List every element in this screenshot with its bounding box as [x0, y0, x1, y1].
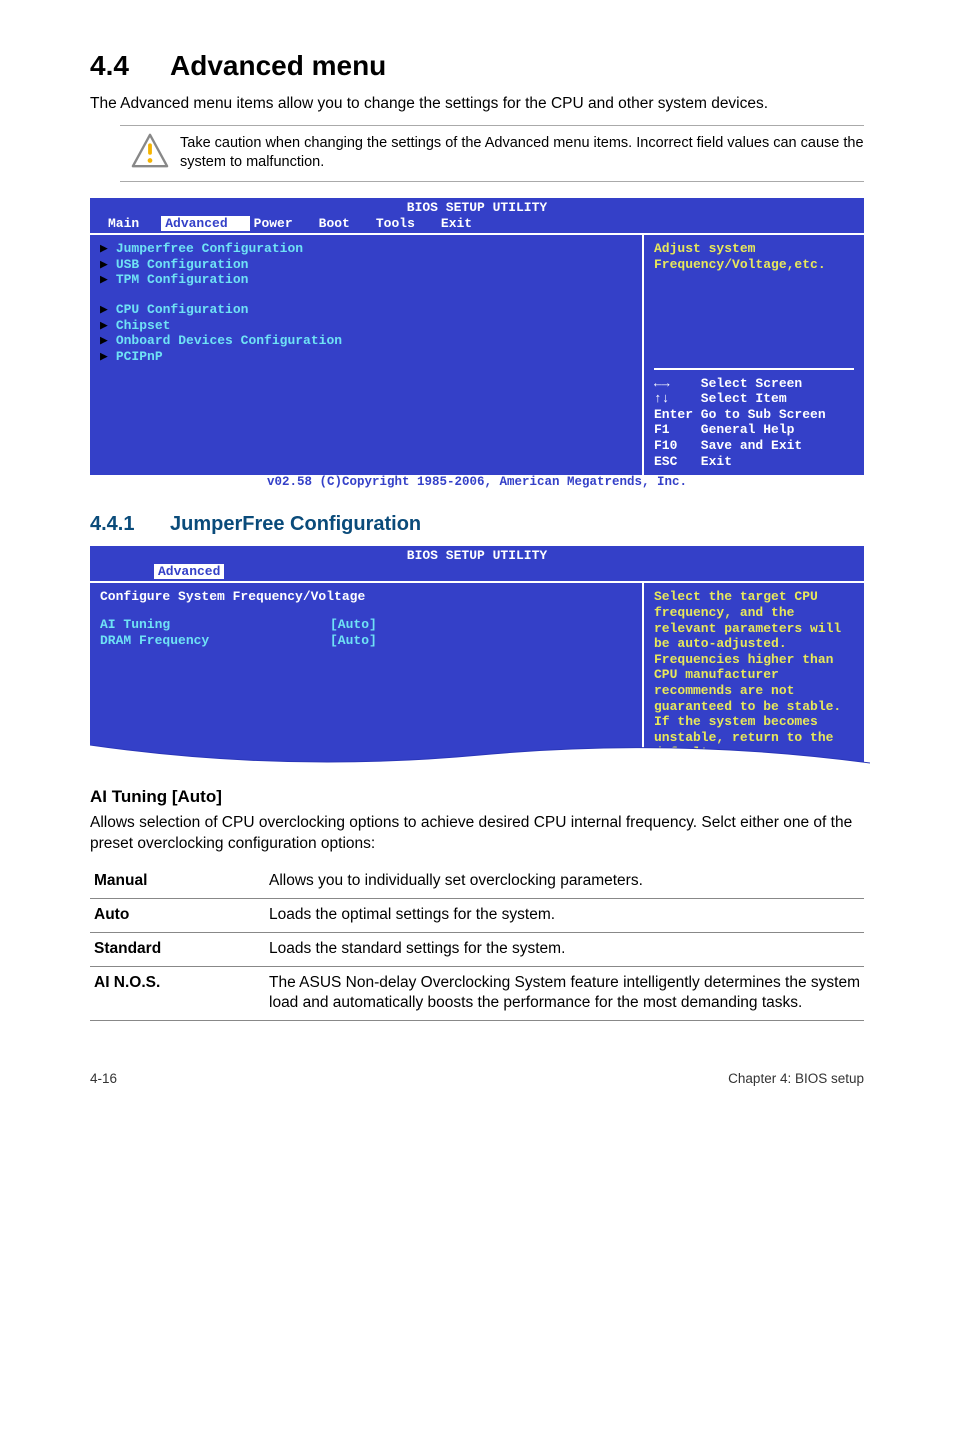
bios-item: Onboard Devices Configuration [116, 333, 342, 348]
page-footer: 4-16 Chapter 4: BIOS setup [90, 1071, 864, 1086]
bios-item: Jumperfree Configuration [116, 241, 303, 256]
bios-right-pane: Adjust system Frequency/Voltage,etc. ←→ … [644, 235, 864, 475]
bios2-label: DRAM Frequency [100, 633, 330, 649]
setting-title: AI Tuning [Auto] [90, 787, 864, 807]
bios-key-legend: ←→ Select Screen ↑↓ Select Item Enter Go… [654, 368, 854, 470]
bios-item: USB Configuration [116, 257, 249, 272]
bios2-value: [Auto] [330, 633, 377, 649]
bios-screen-jumperfree: BIOS SETUP UTILITY Advanced Configure Sy… [90, 546, 864, 767]
chapter-label: Chapter 4: BIOS setup [728, 1071, 864, 1086]
table-row: Standard Loads the standard settings for… [90, 932, 864, 966]
menu-power: Power [250, 216, 315, 232]
bios2-title: BIOS SETUP UTILITY [90, 546, 864, 564]
bios2-value: [Auto] [330, 617, 377, 633]
page-number: 4-16 [90, 1071, 117, 1086]
section-number: 4.4 [90, 50, 170, 82]
option-label: AI N.O.S. [90, 966, 265, 1021]
bios-left-pane: ▶Jumperfree Configuration ▶USB Configura… [90, 235, 644, 475]
page-title: 4.4Advanced menu [90, 50, 864, 82]
bios2-row: DRAM Frequency [Auto] [100, 633, 632, 649]
option-label: Auto [90, 898, 265, 932]
option-label: Standard [90, 932, 265, 966]
bios-footer: v02.58 (C)Copyright 1985-2006, American … [90, 475, 864, 491]
bios-menubar: Main Advanced Power Boot Tools Exit [90, 216, 864, 234]
menu-main: Main [104, 216, 161, 232]
option-desc: Loads the standard settings for the syst… [265, 932, 864, 966]
options-table: Manual Allows you to individually set ov… [90, 865, 864, 1022]
bios-item: TPM Configuration [116, 272, 249, 287]
bios-item: Chipset [116, 318, 171, 333]
bios-item: CPU Configuration [116, 302, 249, 317]
key-line: ←→ Select Screen [654, 376, 854, 392]
subsection-title: 4.4.1JumperFree Configuration [90, 513, 864, 536]
chevron-right-icon: ▶ [100, 349, 116, 364]
key-line: F10 Save and Exit [654, 438, 854, 454]
table-row: Auto Loads the optimal settings for the … [90, 898, 864, 932]
chevron-right-icon: ▶ [100, 257, 116, 272]
chevron-right-icon: ▶ [100, 333, 116, 348]
option-label: Manual [90, 865, 265, 898]
key-line: ESC Exit [654, 454, 854, 470]
subsection-number: 4.4.1 [90, 513, 170, 536]
chevron-right-icon: ▶ [100, 241, 116, 256]
setting-intro: Allows selection of CPU overclocking opt… [90, 813, 864, 855]
warning-icon [120, 132, 180, 170]
bios2-menubar: Advanced [90, 564, 864, 582]
bios-screen-advanced: BIOS SETUP UTILITY Main Advanced Power B… [90, 198, 864, 491]
key-line: ↑↓ Select Item [654, 391, 854, 407]
bios2-row: AI Tuning [Auto] [100, 617, 632, 633]
bios-title: BIOS SETUP UTILITY [90, 198, 864, 216]
bios2-help-text: Select the target CPU frequency, and the… [654, 589, 854, 761]
bios2-right-pane: Select the target CPU frequency, and the… [644, 583, 864, 767]
key-line: Enter Go to Sub Screen [654, 407, 854, 423]
warning-callout: Take caution when changing the settings … [120, 125, 864, 182]
chevron-right-icon: ▶ [100, 302, 116, 317]
chevron-right-icon: ▶ [100, 272, 116, 287]
bios-help-text: Adjust system Frequency/Voltage,etc. [654, 241, 854, 272]
menu-exit: Exit [437, 216, 494, 232]
warning-text: Take caution when changing the settings … [180, 132, 864, 175]
bios2-heading: Configure System Frequency/Voltage [100, 589, 632, 605]
chevron-right-icon: ▶ [100, 318, 116, 333]
bios2-left-pane: Configure System Frequency/Voltage AI Tu… [90, 583, 644, 767]
option-desc: The ASUS Non-delay Overclocking System f… [265, 966, 864, 1021]
section-title: Advanced menu [170, 50, 386, 81]
intro-text: The Advanced menu items allow you to cha… [90, 94, 864, 115]
bios-item: PCIPnP [116, 349, 163, 364]
subsection-text: JumperFree Configuration [170, 513, 421, 535]
bios2-label: AI Tuning [100, 617, 330, 633]
table-row: Manual Allows you to individually set ov… [90, 865, 864, 898]
menu-boot: Boot [315, 216, 372, 232]
key-line: F1 General Help [654, 422, 854, 438]
table-row: AI N.O.S. The ASUS Non-delay Overclockin… [90, 966, 864, 1021]
option-desc: Allows you to individually set overclock… [265, 865, 864, 898]
menu-advanced: Advanced [154, 564, 224, 579]
option-desc: Loads the optimal settings for the syste… [265, 898, 864, 932]
menu-advanced: Advanced [161, 216, 249, 232]
menu-tools: Tools [372, 216, 437, 232]
